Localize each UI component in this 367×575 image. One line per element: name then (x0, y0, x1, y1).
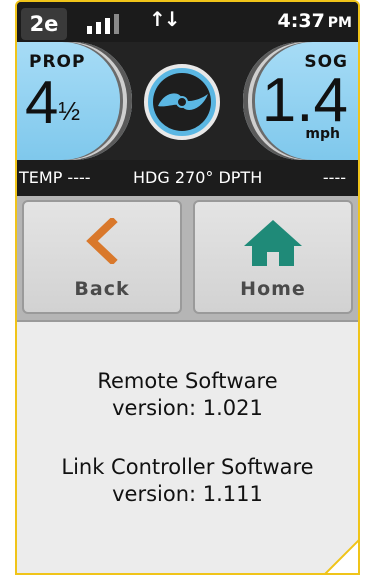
back-label: Back (74, 278, 130, 300)
home-label: Home (240, 278, 306, 300)
propeller-icon (144, 64, 220, 140)
sog-value: 1.4 (261, 66, 348, 135)
status-bar: 2e ↑↓ 4:37 PM (17, 2, 358, 42)
status-badge: 2e (21, 8, 67, 40)
info-row: TEMP ---- HDG 270° DPTH ---- (17, 160, 358, 196)
chevron-left-icon (86, 218, 118, 264)
prop-value-fraction: ½ (58, 96, 81, 126)
heading-depth-readout: HDG 270° DPTH (133, 168, 263, 187)
prop-value: 4½ (25, 70, 80, 136)
sog-gauge: SOG 1.4 mph (243, 42, 358, 160)
sog-unit: mph (305, 126, 340, 142)
remote-software-version: version: 1.021 (112, 396, 263, 420)
link-controller-version: version: 1.111 (112, 482, 263, 506)
home-button[interactable]: Home (193, 200, 353, 314)
prop-value-whole: 4 (25, 69, 59, 136)
nav-button-row: Back Home (17, 196, 358, 320)
device-frame: 2e ↑↓ 4:37 PM PROP 4½ SOG 1.4 mph TEMP -… (15, 0, 360, 575)
clock-ampm: PM (327, 15, 352, 31)
software-info-panel: Remote Software version: 1.021 Link Cont… (17, 320, 358, 573)
link-controller-title: Link Controller Software (61, 455, 314, 479)
up-down-arrows-icon: ↑↓ (149, 7, 180, 31)
house-icon (244, 220, 302, 266)
gauge-band: PROP 4½ SOG 1.4 mph (17, 42, 358, 160)
signal-bars-icon (87, 12, 127, 34)
prop-gauge: PROP 4½ (17, 42, 132, 160)
back-button[interactable]: Back (22, 200, 182, 314)
clock-time: 4:37 (277, 10, 325, 32)
remote-software-title: Remote Software (97, 369, 278, 393)
clock: 4:37 PM (278, 10, 352, 32)
corner-accent (324, 539, 358, 573)
temp-readout: TEMP ---- (19, 168, 91, 187)
depth-value: ---- (322, 168, 346, 187)
